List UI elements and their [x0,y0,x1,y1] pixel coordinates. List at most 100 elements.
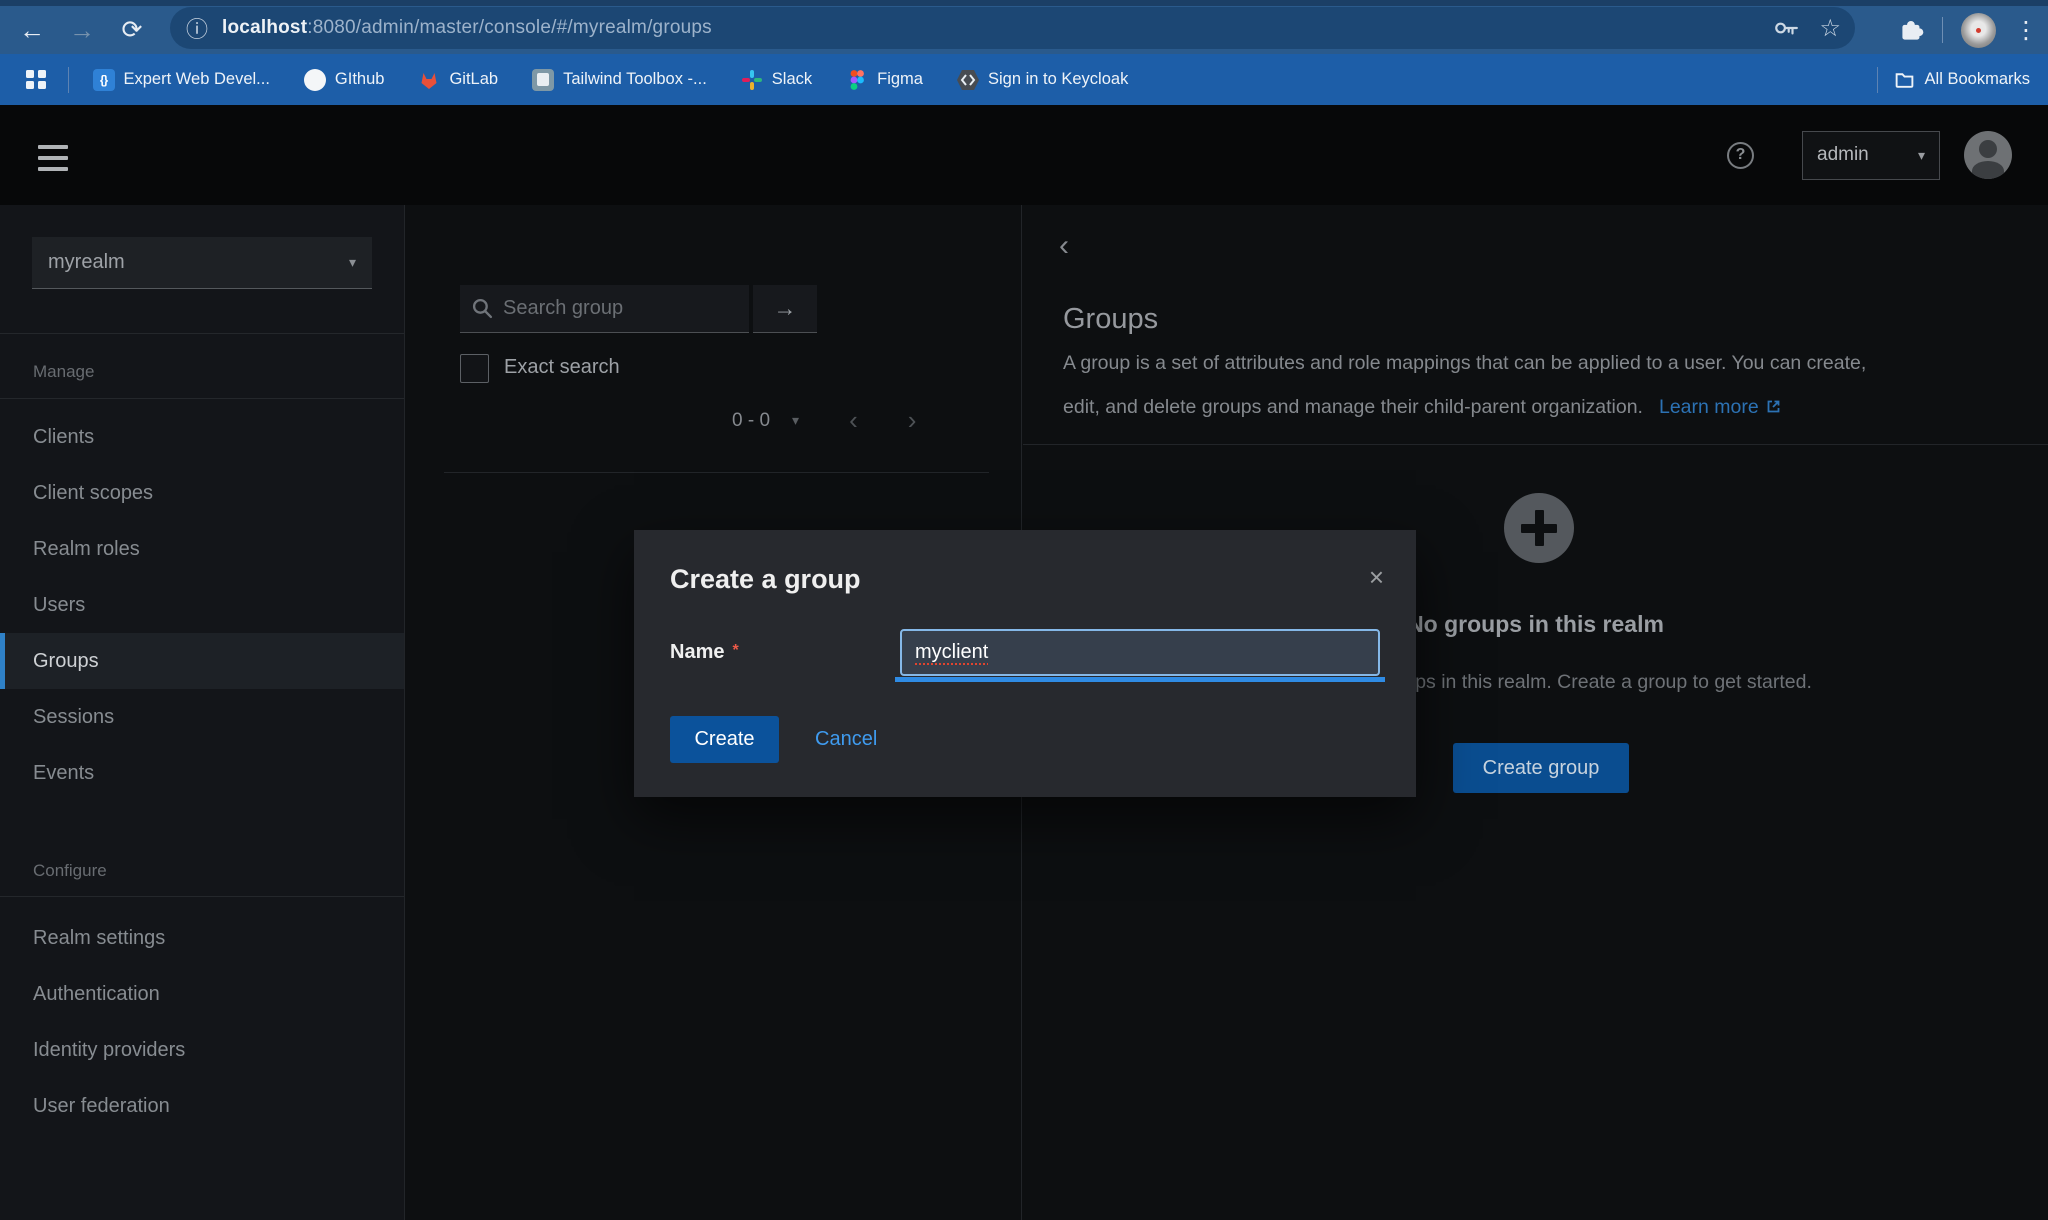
back-icon[interactable]: ← [8,6,56,54]
required-asterisk: * [732,642,738,659]
sidebar-item-groups[interactable]: Groups [0,633,404,689]
learn-more-link[interactable]: Learn more [1659,396,1782,418]
sidebar-item-label: Realm settings [33,927,165,950]
learn-more-label: Learn more [1659,396,1759,418]
bookmark-github[interactable]: GIthub [304,69,385,91]
forward-icon[interactable]: → [58,6,106,54]
sidebar-item-authentication[interactable]: Authentication [0,966,404,1022]
plus-circle-icon [1504,493,1574,563]
sidebar-item-label: Clients [33,426,94,449]
sidebar-item-users[interactable]: Users [0,577,404,633]
toolbar-separator [1942,17,1943,43]
sidebar-item-sessions[interactable]: Sessions [0,689,404,745]
section-label-configure: Configure [33,861,107,881]
sidebar-item-realm-roles[interactable]: Realm roles [0,521,404,577]
sidebar-item-identity-providers[interactable]: Identity providers [0,1022,404,1078]
page-description-line2: edit, and delete groups and manage their… [1063,396,1782,419]
bookmark-keycloak-signin[interactable]: Sign in to Keycloak [957,69,1128,91]
divider [0,896,404,897]
hamburger-menu-icon[interactable] [38,145,68,178]
help-icon[interactable]: ? [1727,142,1754,169]
url-bar[interactable]: ⓘ localhost:8080/admin/master/console/#/… [170,7,1855,49]
url-path: :8080/admin/master/console/#/myrealm/gro… [307,17,712,38]
github-icon [304,69,326,91]
bookmark-figma[interactable]: Figma [846,69,923,91]
modal-title: Create a group [670,564,861,595]
divider [0,333,404,334]
code-brackets-icon: {} [93,69,115,91]
url-text: localhost:8080/admin/master/console/#/my… [222,17,712,39]
bookmark-slack[interactable]: Slack [741,69,812,91]
group-name-value: myclient [915,641,988,664]
tailwind-toolbox-icon [532,69,554,91]
external-link-icon [1765,398,1782,415]
keycloak-favicon [957,69,979,91]
sidebar-item-clients[interactable]: Clients [0,409,404,465]
bookmark-gitlab[interactable]: GitLab [418,69,498,91]
pagination-range: 0 - 0 [732,410,770,432]
keycloak-masthead: KEYCLOAK ? admin ▾ [0,105,2048,205]
reload-icon[interactable]: ⟳ [108,6,156,54]
browser-menu-icon[interactable]: ⋮ [2014,16,2038,45]
bookmark-expert-web[interactable]: {} Expert Web Devel... [93,69,270,91]
bookmark-label: GitLab [449,70,498,89]
user-avatar[interactable] [1964,131,2012,179]
per-page-caret-icon[interactable]: ▾ [792,412,799,429]
prev-page-icon[interactable]: ‹ [849,405,858,436]
sidebar-item-label: Identity providers [33,1039,185,1062]
divider [1023,444,2048,445]
page-title: Groups [1063,303,1158,336]
sidebar-item-label: Groups [33,650,99,673]
bookmark-label: Slack [772,70,812,89]
screen: ← → ⟳ ⓘ localhost:8080/admin/master/cons… [0,0,2048,1220]
sidebar-item-events[interactable]: Events [0,745,404,801]
name-label-text: Name [670,641,724,663]
sidebar-item-label: Users [33,594,85,617]
bookmark-star-icon[interactable]: ☆ [1819,14,1841,43]
create-group-button[interactable]: Create group [1453,743,1629,793]
search-group-input[interactable]: Search group [460,285,749,333]
bookmark-tailwind-toolbox[interactable]: Tailwind Toolbox -... [532,69,707,91]
realm-selector[interactable]: myrealm ▾ [32,237,372,289]
sidebar-item-realm-settings[interactable]: Realm settings [0,910,404,966]
page-description-line1: A group is a set of attributes and role … [1063,352,1866,375]
search-icon [472,298,493,319]
divider [0,398,404,399]
search-submit-button[interactable]: → [753,285,817,333]
figma-icon [846,69,868,91]
site-info-icon[interactable]: ⓘ [186,12,208,44]
sidebar-item-client-scopes[interactable]: Client scopes [0,465,404,521]
sidebar-item-label: Realm roles [33,538,140,561]
create-group-modal: Create a group × Name * myclient Create C… [634,530,1416,797]
admin-dropdown[interactable]: admin ▾ [1802,131,1940,180]
bookmarks-bar: {} Expert Web Devel... GIthub GitLab Tail… [0,54,2048,105]
name-label: Name * [670,641,739,664]
bookmark-label: Figma [877,70,923,89]
slack-icon [741,69,763,91]
next-page-icon[interactable]: › [908,405,917,436]
apps-grid-icon[interactable] [26,70,46,90]
sidebar: myrealm ▾ Manage Clients Client scopes R… [0,205,405,1220]
group-name-input[interactable]: myclient [900,629,1380,676]
close-icon[interactable]: × [1369,564,1384,590]
all-bookmarks-button[interactable]: All Bookmarks [1894,69,2030,90]
browser-profile-avatar[interactable] [1961,13,1996,48]
chevron-down-icon: ▾ [1918,147,1925,164]
folder-icon [1894,69,1915,90]
realm-name: myrealm [48,251,349,274]
collapse-panel-icon[interactable]: ‹ [1059,231,1069,261]
exact-search-label: Exact search [504,356,620,379]
sidebar-item-label: Events [33,762,94,785]
sidebar-item-user-federation[interactable]: User federation [0,1078,404,1134]
browser-toolbar: ← → ⟳ ⓘ localhost:8080/admin/master/cons… [0,0,2048,54]
create-button[interactable]: Create [670,716,779,763]
extensions-puzzle-icon[interactable] [1899,18,1924,43]
search-placeholder: Search group [503,297,623,320]
bookmark-label: Expert Web Devel... [124,70,270,89]
password-key-icon[interactable] [1773,15,1799,41]
exact-search-checkbox[interactable] [460,354,489,383]
bookmark-label: Sign in to Keycloak [988,70,1128,89]
cancel-button[interactable]: Cancel [815,716,877,763]
sidebar-item-label: Sessions [33,706,114,729]
sidebar-item-label: Authentication [33,983,160,1006]
